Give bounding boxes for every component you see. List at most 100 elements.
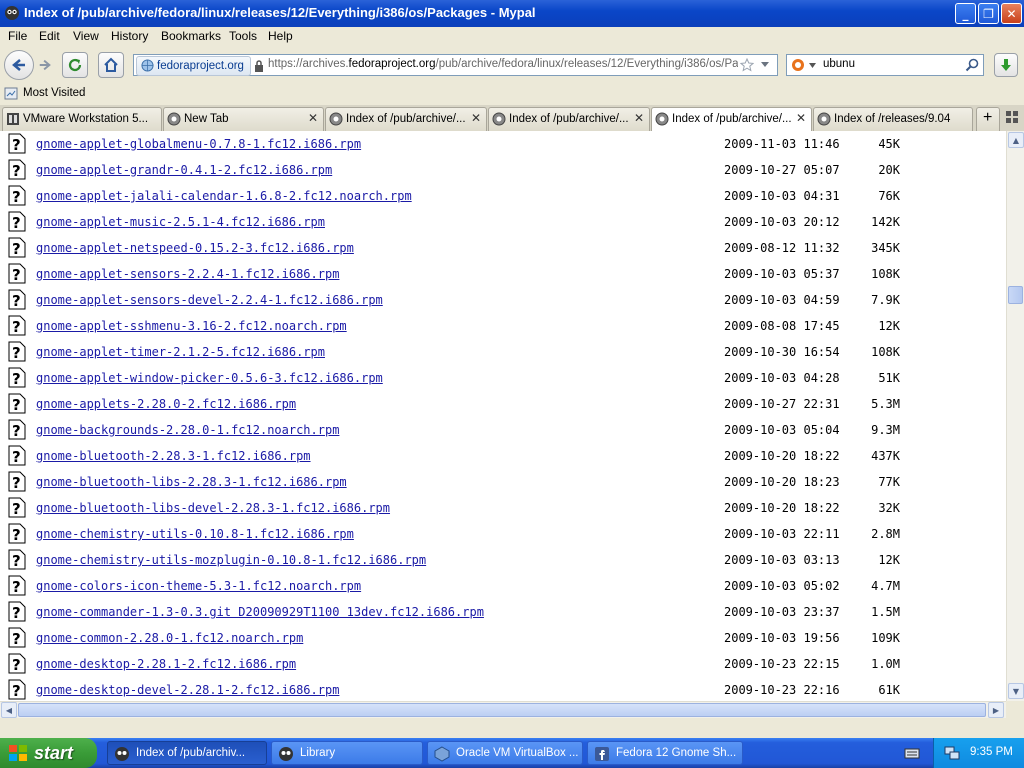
search-input[interactable]: ubunu — [823, 58, 855, 70]
start-button[interactable]: start — [0, 738, 97, 768]
task-browser[interactable]: Index of /pub/archiv... — [107, 741, 267, 765]
facebook-icon — [595, 747, 609, 761]
menu-edit[interactable]: Edit — [39, 29, 60, 43]
file-link[interactable]: gnome-applet-window-picker-0.5.6-3.fc12.… — [36, 371, 383, 385]
unknown-file-icon: ? — [8, 419, 26, 440]
file-link[interactable]: gnome-applet-globalmenu-0.7.8-1.fc12.i68… — [36, 137, 361, 151]
file-link[interactable]: gnome-applet-sensors-2.2.4-1.fc12.i686.r… — [36, 267, 339, 281]
svg-text:?: ? — [12, 526, 21, 544]
file-link[interactable]: gnome-commander-1.3-0.3.git D20090929T11… — [36, 605, 484, 619]
file-link[interactable]: gnome-applet-jalali-calendar-1.6.8-2.fc1… — [36, 189, 412, 203]
scroll-up-button[interactable]: ▲ — [1008, 132, 1024, 148]
network-icon[interactable] — [944, 745, 960, 761]
tab-grid-icon — [1006, 111, 1018, 123]
file-link[interactable]: gnome-desktop-devel-2.28.1-2.fc12.i686.r… — [36, 683, 339, 697]
globe-icon — [141, 59, 154, 72]
menu-history[interactable]: History — [111, 29, 148, 43]
file-link[interactable]: gnome-colors-icon-theme-5.3-1.fc12.noarc… — [36, 579, 361, 593]
tab-index-2[interactable]: Index of /pub/archive/... ✕ — [488, 107, 650, 131]
tab-label: VMware Workstation 5... — [23, 113, 149, 125]
horizontal-scroll-thumb[interactable] — [18, 703, 986, 717]
mypal-task-icon — [115, 747, 129, 761]
file-link[interactable]: gnome-applet-timer-2.1.2-5.fc12.i686.rpm — [36, 345, 325, 359]
forward-button[interactable] — [34, 52, 56, 78]
home-icon — [104, 57, 118, 72]
list-all-tabs-button[interactable] — [1006, 111, 1020, 125]
horizontal-scrollbar[interactable]: ◀ ▶ — [0, 701, 1006, 718]
file-link[interactable]: gnome-common-2.28.0-1.fc12.noarch.rpm — [36, 631, 303, 645]
file-size: 61K — [878, 683, 900, 697]
dropdown-arrow-icon[interactable] — [760, 61, 770, 69]
clock[interactable]: 9:35 PM — [970, 746, 1013, 758]
task-fedora[interactable]: Fedora 12 Gnome Sh... — [587, 741, 743, 765]
search-bar[interactable]: ubunu — [786, 54, 984, 76]
svg-text:?: ? — [12, 656, 21, 674]
home-button[interactable] — [98, 52, 124, 78]
task-library[interactable]: Library — [271, 741, 423, 765]
vertical-scroll-thumb[interactable] — [1008, 286, 1023, 304]
bookmark-star-icon[interactable] — [740, 58, 754, 72]
restore-button[interactable]: ❐ — [978, 3, 999, 24]
file-link[interactable]: gnome-desktop-2.28.1-2.fc12.i686.rpm — [36, 657, 296, 671]
url-text[interactable]: https://archives.fedoraproject.org/pub/a… — [268, 58, 738, 70]
minimize-button[interactable]: _ — [955, 3, 976, 24]
close-tab-icon[interactable]: ✕ — [308, 111, 318, 125]
scroll-left-button[interactable]: ◀ — [1, 702, 17, 718]
menu-bar: File Edit View History Bookmarks Tools H… — [0, 27, 1024, 47]
file-link[interactable]: gnome-bluetooth-libs-devel-2.28.3-1.fc12… — [36, 501, 390, 515]
file-link[interactable]: gnome-applet-sensors-devel-2.2.4-1.fc12.… — [36, 293, 383, 307]
scroll-right-button[interactable]: ▶ — [988, 702, 1004, 718]
file-link[interactable]: gnome-bluetooth-libs-2.28.3-1.fc12.i686.… — [36, 475, 347, 489]
svg-text:?: ? — [12, 578, 21, 596]
vmware-icon — [7, 113, 19, 125]
vertical-scrollbar[interactable]: ▲ ▼ — [1006, 131, 1024, 701]
search-icon[interactable] — [965, 58, 979, 72]
address-bar[interactable]: fedoraproject.org https://archives.fedor… — [133, 54, 778, 76]
file-row: ? gnome-applet-globalmenu-0.7.8-1.fc12.i6… — [0, 133, 1006, 161]
tab-index-active[interactable]: Index of /pub/archive/... ✕ — [651, 107, 812, 132]
file-link[interactable]: gnome-applet-sshmenu-3.16-2.fc12.noarch.… — [36, 319, 347, 333]
keyboard-icon[interactable] — [904, 746, 920, 760]
close-window-button[interactable]: ✕ — [1001, 3, 1022, 24]
url-prefix: https://archives. — [268, 58, 349, 70]
file-size: 7.9K — [871, 293, 900, 307]
tab-index-1[interactable]: Index of /pub/archive/... ✕ — [325, 107, 487, 131]
menu-view[interactable]: View — [73, 29, 99, 43]
task-virtualbox[interactable]: Oracle VM VirtualBox ... — [427, 741, 583, 765]
file-size: 1.0M — [871, 657, 900, 671]
file-link[interactable]: gnome-applet-music-2.5.1-4.fc12.i686.rpm — [36, 215, 325, 229]
file-link[interactable]: gnome-backgrounds-2.28.0-1.fc12.noarch.r… — [36, 423, 339, 437]
search-engine-icon[interactable] — [791, 58, 805, 72]
tab-vmware[interactable]: VMware Workstation 5... — [2, 107, 162, 131]
file-link[interactable]: gnome-chemistry-utils-mozplugin-0.10.8-1… — [36, 553, 426, 567]
file-link[interactable]: gnome-applet-grandr-0.4.1-2.fc12.i686.rp… — [36, 163, 332, 177]
menu-bookmarks[interactable]: Bookmarks — [161, 29, 221, 43]
menu-help[interactable]: Help — [268, 29, 293, 43]
reload-button[interactable] — [62, 52, 88, 78]
tab-label: Index of /releases/9.04 — [834, 113, 951, 125]
page-content: ? gnome-applet-globalmenu-0.7.8-1.fc12.i6… — [0, 131, 1006, 701]
menu-file[interactable]: File — [8, 29, 27, 43]
file-date: 2009-10-03 05:37 — [724, 267, 840, 281]
file-date: 2009-10-20 18:22 — [724, 449, 840, 463]
back-arrow-icon — [12, 59, 25, 71]
site-identity-button[interactable]: fedoraproject.org — [136, 56, 263, 76]
new-tab-button[interactable]: + — [976, 107, 1000, 131]
scroll-left-icon: ◀ — [5, 705, 13, 715]
file-link[interactable]: gnome-bluetooth-2.28.3-1.fc12.i686.rpm — [36, 449, 311, 463]
search-engine-dropdown-icon[interactable] — [809, 63, 816, 68]
svg-text:?: ? — [12, 604, 21, 622]
back-button[interactable] — [4, 50, 34, 80]
close-tab-icon[interactable]: ✕ — [796, 111, 806, 125]
tab-new-tab[interactable]: New Tab ✕ — [163, 107, 324, 131]
menu-tools[interactable]: Tools — [229, 29, 257, 43]
file-link[interactable]: gnome-applets-2.28.0-2.fc12.i686.rpm — [36, 397, 296, 411]
close-tab-icon[interactable]: ✕ — [471, 111, 481, 125]
file-link[interactable]: gnome-applet-netspeed-0.15.2-3.fc12.i686… — [36, 241, 354, 255]
tab-releases[interactable]: Index of /releases/9.04 — [813, 107, 973, 131]
scroll-down-button[interactable]: ▼ — [1008, 683, 1024, 699]
download-button[interactable] — [994, 53, 1018, 77]
svg-text:?: ? — [12, 188, 21, 206]
file-link[interactable]: gnome-chemistry-utils-0.10.8-1.fc12.i686… — [36, 527, 354, 541]
close-tab-icon[interactable]: ✕ — [634, 111, 644, 125]
